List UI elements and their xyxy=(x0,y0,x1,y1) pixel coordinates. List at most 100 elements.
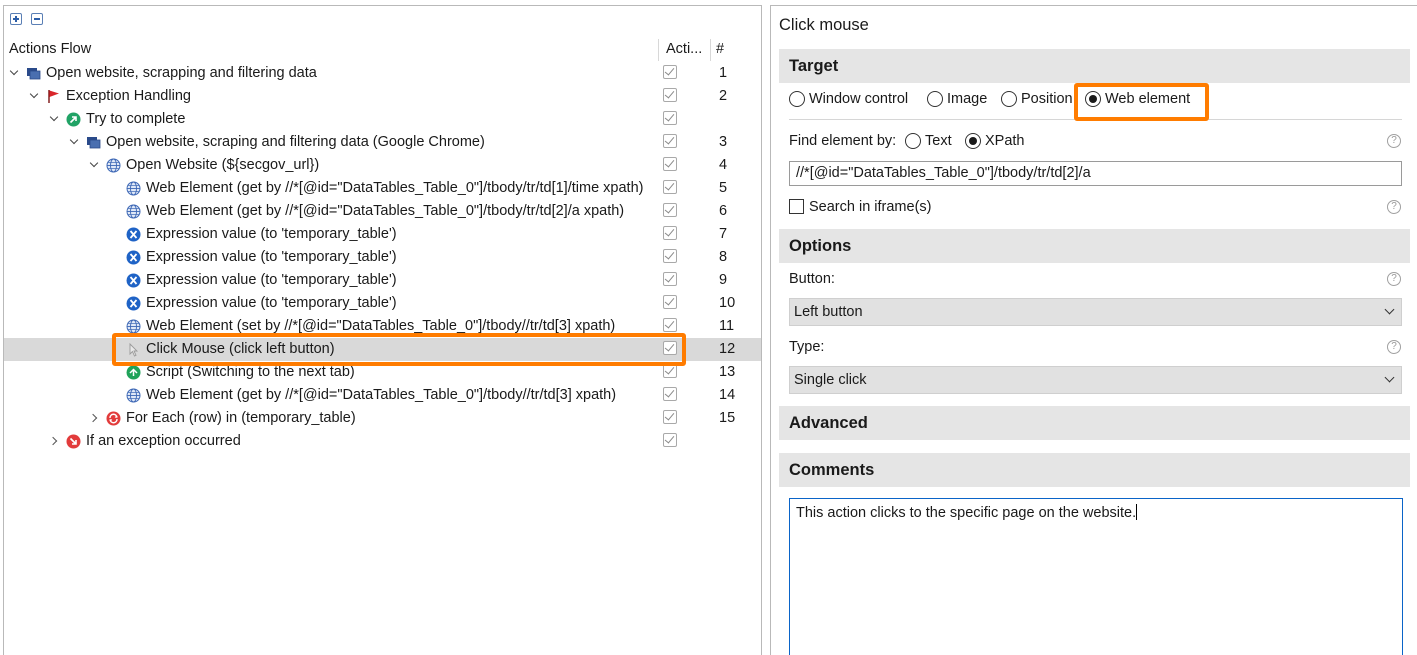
tree-row[interactable]: Web Element (get by //*[@id="DataTables_… xyxy=(4,200,761,223)
radio-web-element[interactable] xyxy=(1085,91,1101,107)
help-icon[interactable]: ? xyxy=(1387,134,1401,148)
tree-row[interactable]: Expression value (to 'temporary_table') 9 xyxy=(4,269,761,292)
tree-row[interactable]: Web Element (get by //*[@id="DataTables_… xyxy=(4,384,761,407)
row-number: 1 xyxy=(719,65,728,81)
section-comments[interactable]: Comments xyxy=(779,453,1410,487)
row-number: 10 xyxy=(719,295,736,311)
radio-image[interactable] xyxy=(927,91,943,107)
section-advanced[interactable]: Advanced xyxy=(779,406,1410,440)
radio-image-label[interactable]: Image xyxy=(947,91,987,107)
globe-icon xyxy=(126,319,141,334)
row-number: 8 xyxy=(719,249,728,265)
tree-row-label: Script (Switching to the next tab) xyxy=(146,364,355,380)
radio-find-xpath[interactable] xyxy=(965,133,981,149)
radio-find-text[interactable] xyxy=(905,133,921,149)
flag-icon xyxy=(46,89,61,104)
column-header-active[interactable]: Acti... xyxy=(666,41,702,57)
column-header-number[interactable]: # xyxy=(716,41,724,57)
active-checkbox[interactable] xyxy=(663,249,677,263)
expression-icon xyxy=(126,250,141,265)
chevron-down-icon[interactable] xyxy=(50,113,60,125)
help-icon[interactable]: ? xyxy=(1387,272,1401,286)
type-select[interactable]: Single click xyxy=(789,366,1402,394)
tree-row[interactable]: Web Element (set by //*[@id="DataTables_… xyxy=(4,315,761,338)
row-number: 5 xyxy=(719,180,728,196)
active-checkbox[interactable] xyxy=(663,65,677,79)
row-number: 3 xyxy=(719,134,728,150)
arrow-up-right-icon xyxy=(66,112,81,127)
search-iframe-checkbox[interactable] xyxy=(789,199,804,214)
exception-icon xyxy=(66,434,81,449)
globe-icon xyxy=(106,158,121,173)
active-checkbox[interactable] xyxy=(663,272,677,286)
section-target[interactable]: Target xyxy=(779,49,1410,83)
globe-icon xyxy=(126,388,141,403)
tree-row[interactable]: Expression value (to 'temporary_table') 1… xyxy=(4,292,761,315)
active-checkbox[interactable] xyxy=(663,226,677,240)
radio-window-control[interactable] xyxy=(789,91,805,107)
radio-position[interactable] xyxy=(1001,91,1017,107)
radio-find-xpath-label[interactable]: XPath xyxy=(985,133,1025,149)
comments-text: This action clicks to the specific page … xyxy=(796,505,1137,521)
help-icon[interactable]: ? xyxy=(1387,340,1401,354)
active-checkbox[interactable] xyxy=(663,341,677,355)
button-select-value: Left button xyxy=(794,304,863,320)
xpath-input[interactable]: //*[@id="DataTables_Table_0"]/tbody/tr/t… xyxy=(789,161,1402,186)
section-comments-heading: Comments xyxy=(789,461,875,479)
tree-row[interactable]: Expression value (to 'temporary_table') 7 xyxy=(4,223,761,246)
tree-row[interactable]: For Each (row) in (temporary_table) 15 xyxy=(4,407,761,430)
active-checkbox[interactable] xyxy=(663,410,677,424)
row-number: 7 xyxy=(719,226,728,242)
expand-all-icon[interactable] xyxy=(10,13,22,25)
chevron-down-icon[interactable] xyxy=(10,67,20,79)
active-checkbox[interactable] xyxy=(663,203,677,217)
tree-row[interactable]: If an exception occurred xyxy=(4,430,761,453)
chevron-right-icon[interactable] xyxy=(90,412,100,424)
active-checkbox[interactable] xyxy=(663,364,677,378)
tree-row-label: Web Element (get by //*[@id="DataTables_… xyxy=(146,387,617,403)
chevron-down-icon[interactable] xyxy=(90,159,100,171)
collapse-all-icon[interactable] xyxy=(31,13,43,25)
tree-row[interactable]: Script (Switching to the next tab) 13 xyxy=(4,361,761,384)
active-checkbox[interactable] xyxy=(663,318,677,332)
script-icon xyxy=(126,365,141,380)
tree-row[interactable]: Try to complete xyxy=(4,108,761,131)
active-checkbox[interactable] xyxy=(663,111,677,125)
chevron-down-icon[interactable] xyxy=(70,136,80,148)
active-checkbox[interactable] xyxy=(663,180,677,194)
properties-panel: Click mouse Target Window control Image … xyxy=(770,5,1417,655)
tree-row-label: Open Website (${secgov_url}) xyxy=(126,157,320,173)
tree-row[interactable]: Open website, scrapping and filtering da… xyxy=(4,62,761,85)
row-number: 6 xyxy=(719,203,728,219)
tree-row[interactable]: Expression value (to 'temporary_table') 8 xyxy=(4,246,761,269)
active-checkbox[interactable] xyxy=(663,295,677,309)
chevron-down-icon xyxy=(1384,372,1395,383)
radio-window-control-label[interactable]: Window control xyxy=(809,91,908,107)
active-checkbox[interactable] xyxy=(663,134,677,148)
radio-find-text-label[interactable]: Text xyxy=(925,133,952,149)
row-number: 12 xyxy=(719,341,736,357)
tree-row-label: Open website, scrapping and filtering da… xyxy=(46,65,317,81)
tree-row[interactable]: Web Element (get by //*[@id="DataTables_… xyxy=(4,177,761,200)
type-label: Type: xyxy=(789,339,825,355)
tree-row[interactable]: Click Mouse (click left button) 12 xyxy=(4,338,761,361)
row-number: 11 xyxy=(719,318,735,334)
chevron-right-icon[interactable] xyxy=(50,435,60,447)
radio-web-element-label[interactable]: Web element xyxy=(1105,91,1190,107)
tree-row[interactable]: Open website, scraping and filtering dat… xyxy=(4,131,761,154)
search-iframe-label[interactable]: Search in iframe(s) xyxy=(809,199,931,215)
radio-position-label[interactable]: Position xyxy=(1021,91,1073,107)
active-checkbox[interactable] xyxy=(663,387,677,401)
active-checkbox[interactable] xyxy=(663,433,677,447)
column-header-actions-flow[interactable]: Actions Flow xyxy=(9,41,91,57)
tree-row-label: If an exception occurred xyxy=(86,433,241,449)
chevron-down-icon[interactable] xyxy=(30,90,40,102)
active-checkbox[interactable] xyxy=(663,157,677,171)
button-select[interactable]: Left button xyxy=(789,298,1402,326)
active-checkbox[interactable] xyxy=(663,88,677,102)
tree-row[interactable]: Exception Handling 2 xyxy=(4,85,761,108)
section-options[interactable]: Options xyxy=(779,229,1410,263)
tree-row[interactable]: Open Website (${secgov_url}) 4 xyxy=(4,154,761,177)
help-icon[interactable]: ? xyxy=(1387,200,1401,214)
comments-textarea[interactable]: This action clicks to the specific page … xyxy=(789,498,1403,655)
